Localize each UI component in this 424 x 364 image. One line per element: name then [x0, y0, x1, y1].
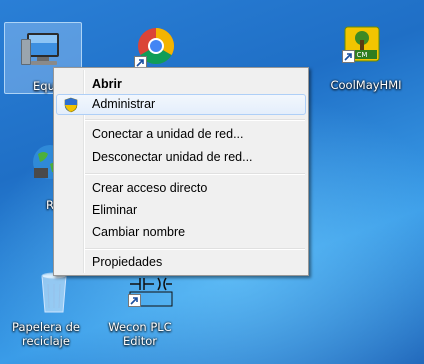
menu-item-propiedades[interactable]: Propiedades — [56, 252, 306, 273]
menu-item-conectar-unidad-red[interactable]: Conectar a unidad de red... — [56, 124, 306, 145]
wecon-label: Wecon PLC Editor — [108, 320, 172, 348]
shield-icon — [64, 97, 78, 113]
shortcut-arrow-icon — [342, 50, 355, 63]
chrome-desktop-icon[interactable] — [118, 24, 202, 69]
recycle-bin-label: Papelera de reciclaje — [12, 320, 80, 348]
menu-item-abrir[interactable]: Abrir — [56, 74, 306, 95]
shortcut-arrow-icon — [128, 294, 141, 307]
coolmay-label: CoolMayHMI — [330, 78, 402, 92]
coolmay-desktop-icon[interactable]: CM CoolMayHMI — [324, 24, 408, 98]
recycle-bin-icon — [41, 272, 67, 313]
menu-separator — [85, 173, 305, 175]
menu-item-label: Conectar a unidad de red... — [92, 127, 244, 141]
menu-separator — [85, 119, 305, 121]
equipo-label: Equ — [33, 79, 55, 93]
menu-item-cambiar-nombre[interactable]: Cambiar nombre — [56, 222, 306, 243]
recycle-bin-desktop-icon[interactable]: Papelera de reciclaje — [12, 270, 96, 354]
menu-item-label: Eliminar — [92, 203, 138, 217]
menu-item-label: Cambiar nombre — [92, 225, 186, 239]
menu-item-label: Crear acceso directo — [92, 181, 208, 195]
menu-item-eliminar[interactable]: Eliminar — [56, 200, 306, 221]
wecon-desktop-icon[interactable]: Wecon PLC Editor — [106, 270, 190, 354]
menu-item-desconectar-unidad-red[interactable]: Desconectar unidad de red... — [56, 147, 306, 168]
desktop: Equ CM CoolMayHMI R Papelera de reciclaj… — [0, 0, 424, 364]
context-menu: Abrir Administrar Conectar a unidad de r… — [53, 67, 309, 276]
menu-item-label: Abrir — [92, 77, 122, 91]
menu-item-administrar[interactable]: Administrar — [56, 94, 306, 115]
svg-text:CM: CM — [357, 51, 368, 59]
menu-item-crear-acceso-directo[interactable]: Crear acceso directo — [56, 178, 306, 199]
menu-separator — [85, 248, 305, 250]
computer-icon — [21, 33, 59, 65]
menu-item-label: Desconectar unidad de red... — [92, 150, 253, 164]
menu-item-label: Administrar — [92, 97, 156, 111]
menu-item-label: Propiedades — [92, 255, 163, 269]
